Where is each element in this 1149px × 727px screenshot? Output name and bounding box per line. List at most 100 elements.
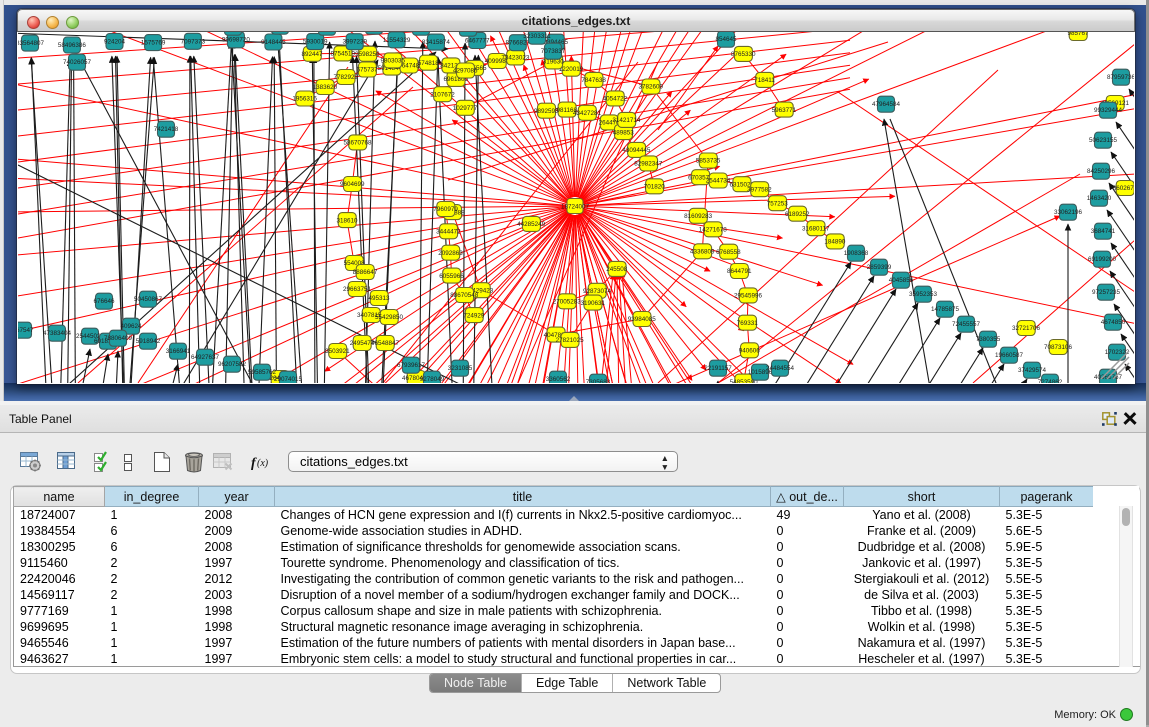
svg-text:676646: 676646: [93, 298, 115, 305]
svg-text:32721706: 32721706: [1012, 325, 1041, 332]
svg-text:4336809: 4336809: [690, 249, 715, 256]
svg-text:44285249: 44285249: [517, 221, 546, 228]
svg-text:70873106: 70873106: [1044, 344, 1073, 351]
svg-text:35952353: 35952353: [909, 291, 938, 298]
svg-text:4297086: 4297086: [453, 68, 478, 75]
svg-text:81609283: 81609283: [684, 213, 713, 220]
svg-text:50623155: 50623155: [1089, 137, 1118, 144]
svg-text:3503921: 3503921: [325, 348, 350, 355]
svg-text:58670768: 58670768: [343, 140, 372, 147]
svg-text:4674850: 4674850: [1101, 319, 1126, 326]
svg-text:7305688: 7305688: [586, 379, 611, 383]
svg-text:701820: 701820: [644, 184, 666, 191]
svg-text:11554329: 11554329: [383, 37, 411, 44]
svg-text:33062196: 33062196: [1054, 209, 1083, 216]
svg-text:22191157: 22191157: [704, 365, 732, 372]
svg-text:83564807: 83564807: [18, 40, 44, 47]
svg-text:4054722: 4054722: [603, 96, 628, 103]
svg-text:72455557: 72455557: [952, 321, 981, 328]
svg-text:3782609: 3782609: [639, 84, 664, 91]
svg-text:757253: 757253: [767, 200, 789, 207]
svg-text:14785875: 14785875: [931, 306, 960, 313]
svg-text:7847638: 7847638: [581, 77, 606, 84]
svg-text:69199200: 69199200: [1088, 256, 1117, 263]
svg-text:7421418: 7421418: [154, 126, 179, 133]
svg-text:6189252: 6189252: [785, 211, 810, 218]
svg-text:88670548: 88670548: [450, 292, 479, 299]
svg-text:9892593: 9892593: [534, 108, 559, 115]
svg-text:7380355: 7380355: [976, 336, 1001, 343]
svg-text:489853: 489853: [613, 129, 635, 136]
svg-text:940606: 940606: [739, 348, 761, 355]
svg-text:4045856: 4045856: [889, 277, 914, 284]
svg-text:8602677: 8602677: [1113, 185, 1134, 192]
svg-text:87959736: 87959736: [1107, 74, 1134, 81]
svg-text:6768558: 6768558: [716, 249, 741, 256]
svg-text:3360562: 3360562: [546, 376, 571, 383]
svg-text:2107672: 2107672: [430, 91, 455, 98]
svg-text:(x): (x): [257, 458, 269, 469]
svg-text:32303311: 32303311: [523, 33, 551, 40]
svg-text:67939617: 67939617: [397, 362, 426, 369]
svg-text:3231085: 3231085: [448, 365, 473, 372]
svg-text:9803035: 9803035: [380, 58, 405, 65]
svg-text:6055966: 6055966: [439, 273, 464, 280]
svg-text:9604699: 9604699: [340, 181, 365, 188]
svg-text:47383404: 47383404: [43, 330, 72, 337]
svg-text:8766827: 8766827: [506, 40, 531, 47]
svg-text:1463420: 1463420: [1087, 195, 1112, 202]
svg-text:92873074: 92873074: [583, 288, 612, 295]
svg-text:93984085: 93984085: [628, 316, 657, 323]
svg-text:1383620: 1383620: [313, 84, 338, 91]
svg-text:7097373: 7097373: [181, 38, 206, 45]
svg-text:9148445: 9148445: [261, 39, 286, 46]
svg-text:8765330: 8765330: [731, 51, 756, 58]
svg-text:6467777: 6467777: [465, 37, 490, 44]
svg-text:47964584: 47964584: [872, 101, 901, 108]
svg-text:2092863: 2092863: [438, 250, 463, 257]
svg-text:46548847: 46548847: [371, 340, 400, 347]
svg-text:924204: 924204: [104, 38, 126, 45]
svg-text:8644791: 8644791: [727, 268, 752, 275]
svg-text:7274862: 7274862: [1038, 379, 1063, 383]
svg-text:8886647: 8886647: [353, 269, 378, 276]
svg-text:9278049: 9278049: [420, 376, 445, 383]
svg-text:495313: 495313: [368, 295, 390, 302]
svg-text:31680117: 31680117: [802, 225, 830, 232]
svg-text:18724007: 18724007: [561, 204, 590, 211]
svg-text:8754519: 8754519: [330, 51, 355, 58]
svg-text:14271678: 14271678: [699, 227, 728, 234]
svg-text:985767: 985767: [1067, 32, 1089, 37]
svg-text:3190631: 3190631: [580, 300, 605, 307]
svg-text:184890: 184890: [824, 239, 846, 246]
svg-text:19660587: 19660587: [995, 352, 1024, 359]
svg-text:82982347: 82982347: [634, 161, 663, 168]
svg-text:769331: 769331: [737, 320, 759, 327]
svg-text:29663751: 29663751: [343, 286, 372, 293]
svg-text:37429574: 37429574: [1018, 367, 1047, 374]
svg-text:467547: 467547: [18, 327, 34, 334]
svg-text:892447: 892447: [301, 51, 323, 58]
svg-text:1956316: 1956316: [292, 96, 317, 103]
svg-text:27821025: 27821025: [556, 337, 585, 344]
svg-text:64927637: 64927637: [191, 354, 220, 361]
svg-text:2859399: 2859399: [867, 264, 892, 271]
svg-text:724929: 724929: [463, 312, 485, 319]
svg-text:854645: 854645: [715, 36, 737, 43]
svg-text:5963771: 5963771: [772, 107, 797, 114]
svg-text:84250296: 84250296: [1087, 168, 1116, 175]
svg-text:29545996: 29545996: [734, 293, 763, 300]
svg-text:27005283: 27005283: [553, 299, 582, 306]
svg-text:43427281: 43427281: [573, 110, 602, 117]
svg-text:675737: 675737: [357, 67, 379, 74]
svg-text:9598256: 9598256: [355, 51, 380, 58]
svg-text:5853735: 5853735: [696, 158, 721, 165]
svg-text:58496386: 58496386: [58, 42, 87, 49]
svg-text:3684741: 3684741: [1091, 228, 1116, 235]
svg-text:3166941: 3166941: [166, 348, 191, 355]
svg-text:3444472: 3444472: [436, 229, 461, 236]
svg-text:1908368: 1908368: [844, 250, 869, 257]
svg-text:99698720: 99698720: [222, 37, 251, 44]
svg-text:99329444: 99329444: [1094, 107, 1123, 114]
svg-text:74026057: 74026057: [63, 59, 92, 66]
